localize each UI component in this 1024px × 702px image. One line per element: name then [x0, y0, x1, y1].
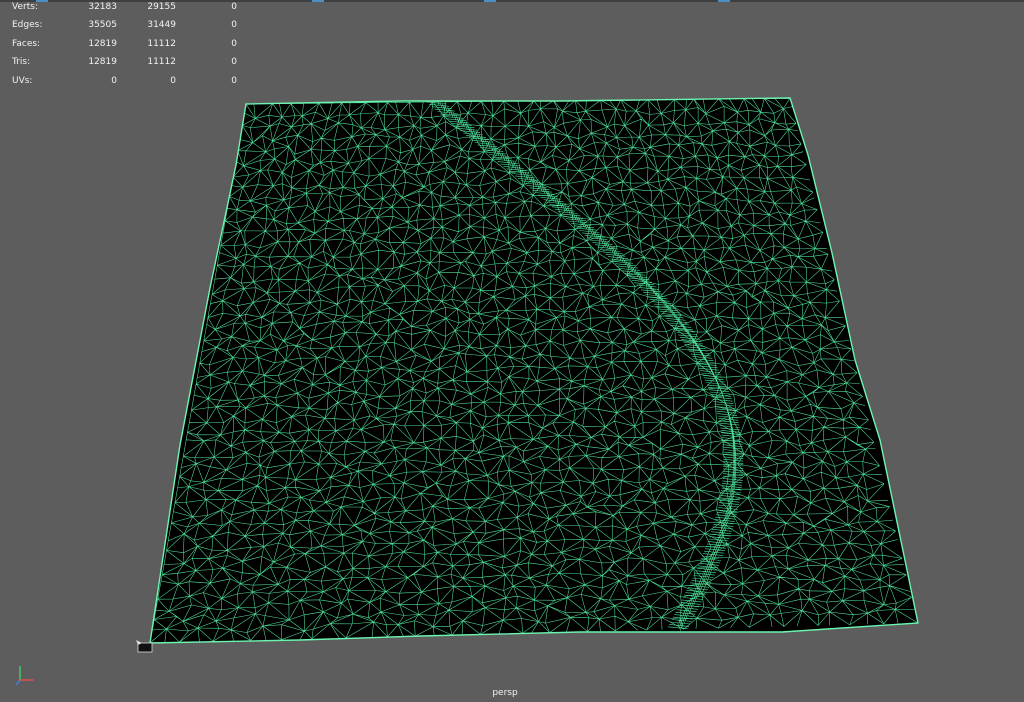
hud-label: Edges:: [12, 20, 43, 31]
hud-row-verts: Verts: 32183 29155 0: [0, 0, 250, 18]
hud-label: Verts:: [12, 2, 38, 12]
hud-row-faces: Faces: 12819 11112 0: [0, 37, 250, 55]
hud-value: 0: [231, 38, 237, 49]
hud-label: Tris:: [12, 57, 31, 68]
hud-value: 32183: [88, 2, 117, 12]
hud-value: 0: [111, 75, 117, 86]
hud-value: 0: [231, 20, 237, 31]
hud-value: 35505: [88, 20, 117, 31]
hud-value: 0: [231, 57, 237, 68]
hud-value: 11112: [147, 38, 176, 49]
view-axis-gizmo: [15, 666, 34, 686]
z-axis-icon: [15, 679, 21, 686]
hud-value: 0: [231, 75, 237, 86]
hud-value: 31449: [147, 20, 176, 31]
maya-viewport[interactable]: Verts: 32183 29155 0 Edges: 35505 31449 …: [0, 0, 1024, 702]
hud-value: 11112: [147, 57, 176, 68]
hud-value: 0: [170, 75, 176, 86]
hud-value: 12819: [88, 57, 117, 68]
terrain-mesh[interactable]: [0, 0, 1024, 702]
poly-count-hud: Verts: 32183 29155 0 Edges: 35505 31449 …: [0, 0, 250, 92]
hud-value: 29155: [147, 2, 176, 12]
hud-label: UVs:: [12, 75, 33, 86]
hud-label: Faces:: [12, 38, 41, 49]
hud-value: 12819: [88, 38, 117, 49]
camera-gizmo-icon: [136, 640, 153, 653]
hud-row-tris: Tris: 12819 11112 0: [0, 55, 250, 73]
hud-row-edges: Edges: 35505 31449 0: [0, 18, 250, 36]
hud-value: 0: [231, 2, 237, 12]
hud-row-uvs: UVs: 0 0 0: [0, 74, 250, 92]
camera-name-label: persp: [492, 688, 518, 698]
